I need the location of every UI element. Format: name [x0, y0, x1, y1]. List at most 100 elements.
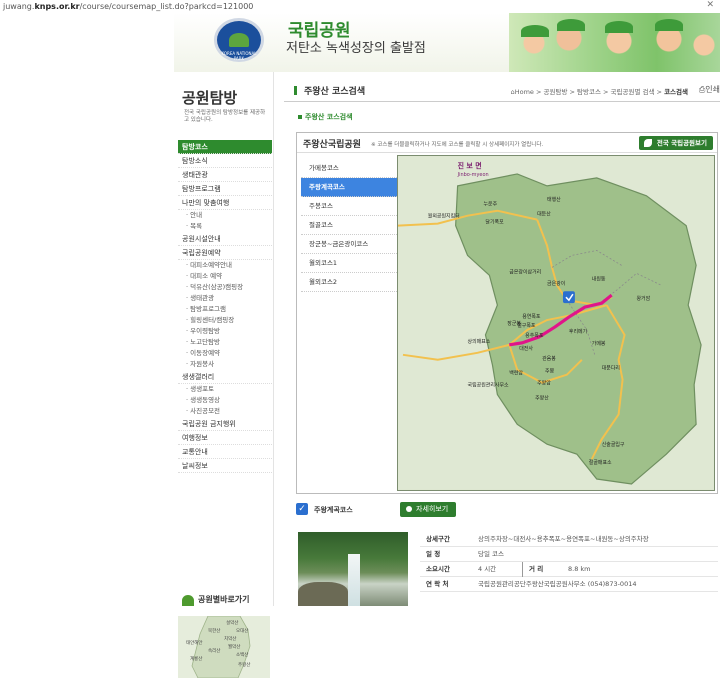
sidebar-item[interactable]: 여행정보 — [178, 431, 272, 445]
breadcrumb-item[interactable]: 국립공원별 검색 — [611, 88, 655, 96]
sidebar-subitem[interactable]: · 안내 — [178, 210, 272, 221]
sidebar-item[interactable]: 탐방소식 — [178, 154, 272, 168]
all-parks-button[interactable]: 전국 국립공원보기 — [638, 136, 713, 150]
all-parks-label: 전국 국립공원보기 — [656, 139, 707, 147]
sidebar-subitem[interactable]: · 생생동영상 — [178, 395, 272, 406]
course-checkbox[interactable]: ✓ — [296, 503, 308, 515]
selected-course-row: ✓ 주왕계곡코스 자세히보기 — [296, 502, 718, 518]
site-header: KOREA NATIONAL PARK 국립공원 저탄소 녹색성장의 출발점 — [174, 13, 720, 72]
minimap-label[interactable]: 태안해안 — [186, 639, 203, 646]
url-path: /course/coursemap_list.do?parkcd=121000 — [79, 2, 254, 11]
sidebar-item[interactable]: 교통안내 — [178, 445, 272, 459]
map-label: 대문다리 — [602, 365, 620, 372]
map-instruction: ※ 코스를 더블클릭하거나 지도에 코스를 클릭할 시 상세페이지가 열립니다. — [371, 142, 544, 148]
detail-button[interactable]: 자세히보기 — [400, 502, 457, 517]
course-item[interactable]: 가메봉코스 — [301, 159, 399, 178]
course-item[interactable]: 장군봉~금은광이코스 — [301, 235, 399, 254]
url-bar[interactable]: juwang.knps.or.kr/course/coursemap_list.… — [0, 0, 720, 13]
breadcrumb-item[interactable]: 탐방코스 — [577, 88, 601, 96]
map-label: 가메봉 — [592, 340, 606, 347]
map-label: 누운주 — [483, 202, 497, 208]
detail-row: 연 락 처 국립공원관리공단주왕산국립공원사무소 (054)873-0014 — [420, 577, 718, 592]
sidebar-subitem[interactable]: · 자원봉사 — [178, 359, 272, 370]
minimap-label[interactable]: 속리산 — [208, 647, 220, 654]
minimap-label[interactable]: 북한산 — [208, 627, 220, 634]
map-label: 절골매표소 — [589, 459, 612, 466]
print-button[interactable]: ⎙인쇄 — [699, 84, 720, 95]
map-label: 국립공원관리사무소 — [468, 382, 509, 389]
detail-row: 상세구간 상의주차장~대전사~용추폭포~용연폭포~내원동~상의주차장 — [420, 532, 718, 547]
breadcrumb-home[interactable]: Home — [515, 88, 534, 96]
sidebar-subitem[interactable]: · 덕유산(삼공)캠핑장 — [178, 282, 272, 293]
knps-logo[interactable]: KOREA NATIONAL PARK — [214, 18, 264, 62]
minimap-label[interactable]: 계룡산 — [190, 655, 202, 662]
map-label: 달기폭포 — [485, 219, 504, 226]
minimap-label[interactable]: 소백산 — [236, 651, 248, 658]
sidebar-item[interactable]: 나만의 맞춤여행 — [178, 196, 272, 210]
sidebar-item[interactable]: 국립공원 금지행위 — [178, 417, 272, 431]
url-domain: knps.or.kr — [34, 2, 80, 11]
sidebar-subitem[interactable]: · 우이령탐방 — [178, 326, 272, 337]
detail-row: 소요시간 4 시간 거 리 8.8 km — [420, 562, 718, 577]
map-label: 금은광이 — [547, 280, 565, 287]
sidebar-subitem[interactable]: · 힐링센터/캠핑장 — [178, 315, 272, 326]
detail-value: 당일 코스 — [478, 550, 504, 558]
sidebar-subitem[interactable]: · 노고단탐방 — [178, 337, 272, 348]
breadcrumb-item[interactable]: 공원탐방 — [544, 88, 568, 96]
sidebar-item[interactable]: 탐방프로그램 — [178, 182, 272, 196]
brand-slogan: 저탄소 녹색성장의 출발점 — [286, 41, 426, 56]
sidebar-subitem[interactable]: · 사진공모전 — [178, 406, 272, 417]
korea-minimap[interactable]: 설악산북한산 오대산치악산태안해안월악산속리산계룡산 소백산주왕산 — [178, 616, 270, 678]
minimap-label[interactable]: 치악산 — [224, 635, 236, 642]
course-item[interactable]: 월외코스2 — [301, 273, 399, 292]
detail-key: 일 정 — [426, 550, 441, 558]
course-item[interactable]: 절골코스 — [301, 216, 399, 235]
map-label: 대전사 — [519, 345, 533, 352]
sidebar-item[interactable]: 공원시설안내 — [178, 232, 272, 246]
sidebar-item[interactable]: 생생갤러리 — [178, 370, 272, 384]
course-item[interactable]: 월외코스1 — [301, 254, 399, 273]
course-map[interactable]: 진 보 면 Jinbo-myeon 월외공원지킴터 누운주달기폭포 태행산대둔산금은광이… — [397, 155, 715, 491]
title-marker — [294, 86, 297, 95]
map-label: 후리메기 — [569, 328, 587, 335]
detail-value: 국립공원관리공단주왕산국립공원사무소 (054)873-0014 — [478, 580, 637, 588]
leaf-hat-icon — [655, 19, 683, 31]
detail-key: 상세구간 — [426, 535, 450, 543]
sidebar-subitem[interactable]: · 생태관광 — [178, 293, 272, 304]
sidebar-subitem[interactable]: · 대피소예약안내 — [178, 260, 272, 271]
minimap-label[interactable]: 월악산 — [228, 643, 240, 650]
main-content: 주왕산 코스검색 ⌂Home > 공원탐방 > 탐방코스 > 국립공원별 검색 … — [274, 72, 720, 606]
sidebar-subitem[interactable]: · 목록 — [178, 221, 272, 232]
breadcrumb-current: 코스검색 — [664, 88, 688, 96]
sidebar-menu: 탐방코스 탐방소식 생태관광 탐방프로그램 나만의 맞춤여행 · 안내 · 목록 공원시설안내… — [178, 140, 272, 473]
page-title-bar: 주왕산 코스검색 ⌂Home > 공원탐방 > 탐방코스 > 국립공원별 검색 … — [284, 82, 720, 102]
minimap-label[interactable]: 주왕산 — [238, 661, 250, 668]
close-icon[interactable]: ✕ — [706, 0, 714, 10]
sidebar-item[interactable]: 생태관광 — [178, 168, 272, 182]
page-title: 주왕산 코스검색 — [304, 87, 366, 97]
sidebar-subitem[interactable]: · 생생포토 — [178, 384, 272, 395]
sidebar-item[interactable]: 날씨정보 — [178, 459, 272, 473]
detail-key: 소요시간 — [426, 565, 450, 573]
print-label: 인쇄 — [705, 85, 720, 94]
section-subheading: 주왕산 코스검색 — [298, 112, 353, 122]
sidebar-item[interactable]: 국립공원예약 — [178, 246, 272, 260]
breadcrumb: ⌂Home > 공원탐방 > 탐방코스 > 국립공원별 검색 > 코스검색 — [510, 88, 688, 96]
sidebar-subitem[interactable]: · 이동장예약 — [178, 348, 272, 359]
header-photo — [509, 13, 720, 72]
detail-value: 8.8 km — [568, 565, 591, 573]
sidebar-subitem[interactable]: · 탐방프로그램 — [178, 304, 272, 315]
minimap-label[interactable]: 오대산 — [236, 627, 248, 634]
course-item[interactable]: 주봉코스 — [301, 197, 399, 216]
map-label: 왕거암 — [636, 295, 650, 302]
course-item[interactable]: 주왕계곡코스 — [301, 178, 407, 197]
sidebar-title: 공원탐방 — [182, 89, 238, 107]
sidebar-item[interactable]: 탐방코스 — [178, 140, 272, 154]
map-label: 주봉 — [545, 369, 555, 375]
sidebar-subitem[interactable]: · 대피소 예약 — [178, 271, 272, 282]
leaf-hat-icon — [521, 25, 549, 37]
minimap-label[interactable]: 설악산 — [226, 619, 238, 626]
map-label: 월외공원지킴터 — [428, 213, 460, 220]
map-label: 금은광이삼거리 — [509, 268, 541, 275]
map-label: 관음봉 — [542, 355, 556, 362]
